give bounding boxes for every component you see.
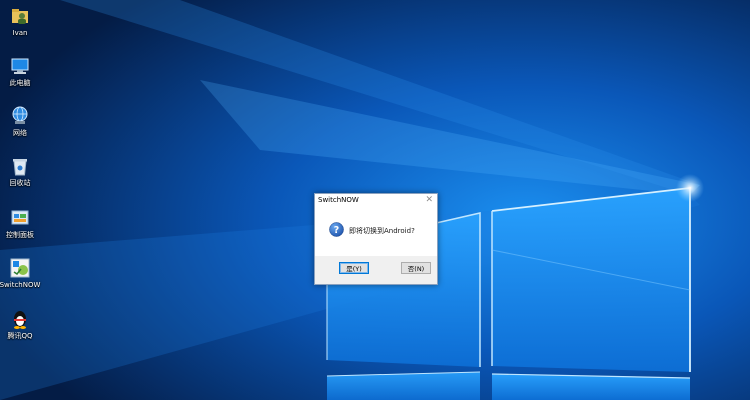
switchnow-dialog[interactable]: SwitchNOW ✕ ? 即将切换到Android? 是(Y) 否(N)	[314, 193, 438, 285]
network-icon	[12, 106, 28, 124]
desktop-icon-ivan[interactable]: Ivan	[0, 5, 40, 38]
desktop-icon-network[interactable]: 网络	[0, 105, 40, 138]
dialog-title: SwitchNOW	[318, 196, 359, 204]
user-folder-icon	[12, 9, 28, 24]
desktop-icon-label: 腾讯QQ	[7, 332, 33, 340]
qq-penguin-icon	[14, 311, 26, 329]
dialog-message: 即将切换到Android?	[349, 227, 415, 235]
desktop-icon-this-pc[interactable]: 此电脑	[0, 55, 40, 88]
desktop-icon-qq[interactable]: 腾讯QQ	[0, 308, 40, 341]
desktop-icon-label: 此电脑	[9, 79, 31, 87]
desktop-icon-label: 回收站	[9, 179, 31, 187]
recycle-bin-icon	[13, 159, 27, 176]
desktop-icon-label: SwitchNOW	[0, 281, 41, 289]
dialog-body: ? 即将切换到Android?	[315, 208, 437, 256]
desktop-icon-label: 网络	[13, 129, 27, 137]
switchnow-app-icon	[10, 258, 30, 278]
desktop-icon-switchnow[interactable]: SwitchNOW	[0, 257, 40, 290]
desktop-icon-control-panel[interactable]: 控制面板	[0, 207, 40, 240]
dialog-footer: 是(Y) 否(N)	[315, 256, 437, 282]
question-icon: ?	[329, 222, 344, 237]
svg-text:?: ?	[334, 225, 339, 236]
this-pc-icon	[11, 58, 29, 74]
desktop-icon-recycle-bin[interactable]: 回收站	[0, 155, 40, 188]
no-button[interactable]: 否(N)	[401, 262, 431, 274]
desktop-icon-label: 控制面板	[6, 231, 34, 239]
control-panel-icon	[11, 210, 29, 225]
desktop-icon-label: Ivan	[12, 29, 28, 37]
close-icon[interactable]: ✕	[425, 195, 433, 206]
dialog-titlebar[interactable]: SwitchNOW ✕	[315, 194, 437, 208]
yes-button[interactable]: 是(Y)	[339, 262, 369, 274]
